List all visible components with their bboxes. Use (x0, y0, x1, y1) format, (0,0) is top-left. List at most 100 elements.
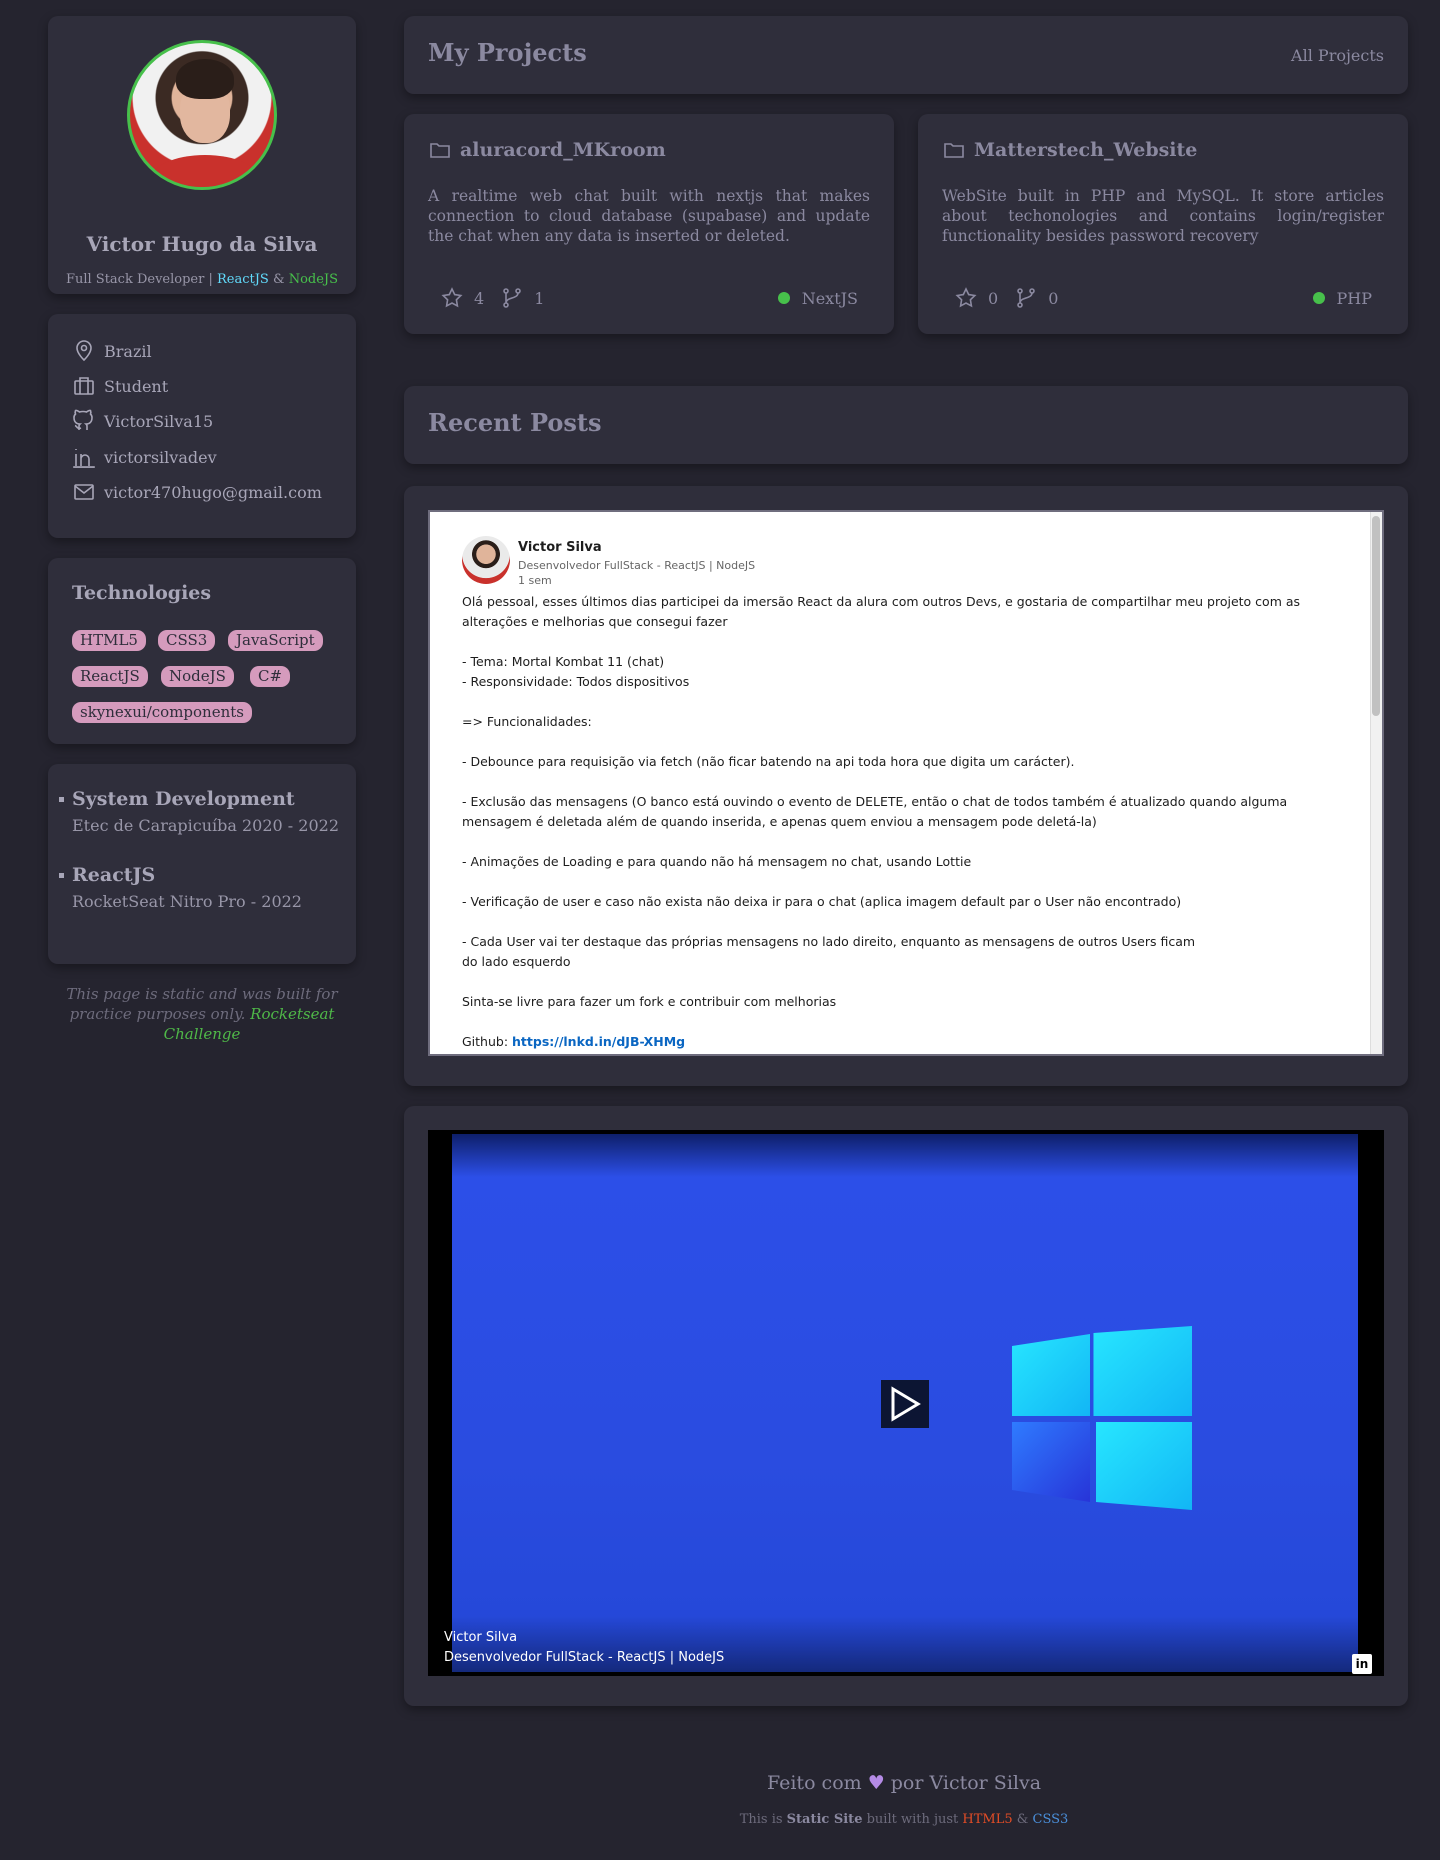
contact-email[interactable]: victor470hugo@gmail.com (72, 479, 322, 505)
video-author[interactable]: Victor Silva (444, 1630, 517, 1645)
post-scrollbar[interactable] (1370, 512, 1382, 1054)
post-line (462, 1012, 1352, 1032)
stars-count: 0 (988, 288, 999, 308)
contact-occupation-label: Student (104, 376, 169, 396)
tag-css3: CSS3 (158, 630, 216, 651)
projects-header: My Projects All Projects (404, 16, 1408, 94)
post-line: - Debounce para requisição via fetch (nã… (462, 754, 1075, 769)
tag-csharp: C# (250, 666, 291, 687)
forks-count: 1 (534, 288, 545, 308)
language-dot (1312, 292, 1325, 304)
contact-location-label: Brazil (104, 341, 152, 361)
briefcase-icon (74, 377, 94, 395)
post-github-label: Github: (462, 1034, 513, 1049)
post-line (462, 972, 1352, 992)
project-card[interactable]: Matterstech_Website WebSite built in PHP… (918, 114, 1408, 334)
role-prefix: Full Stack Developer | (65, 272, 217, 287)
tag-reactjs: ReactJS (72, 666, 148, 687)
mail-icon (74, 484, 94, 500)
profile-name: Victor Hugo da Silva (86, 232, 318, 256)
project-title-label: aluracord_MKroom (460, 139, 666, 161)
education-card: System Development Etec de Carapicuíba 2… (48, 764, 356, 964)
profile-card: Victor Hugo da Silva Full Stack Develope… (48, 16, 356, 294)
post-line: Sinta-se livre para fazer um fork e cont… (462, 994, 837, 1009)
post-card: Victor Silva Desenvolvedor FullStack - R… (404, 486, 1408, 1086)
role-node: NodeJS (288, 272, 339, 287)
project-language: PHP (1312, 288, 1372, 308)
footer-tech: This is Static Site built with just HTML… (0, 1812, 1440, 1827)
language-label: PHP (1336, 288, 1372, 308)
project-title-label: Matterstech_Website (974, 139, 1198, 161)
project-description: A realtime web chat built with nextjs th… (428, 187, 870, 245)
linkedin-icon[interactable]: in (1352, 1654, 1372, 1674)
tag-nodejs: NodeJS (161, 666, 234, 687)
post-line: Olá pessoal, esses últimos dias particip… (462, 594, 1301, 629)
post-line: - Exclusão das mensagens (O banco está o… (462, 794, 1288, 829)
tag-skynexui: skynexui/components (72, 702, 252, 723)
education-item: ReactJS RocketSeat Nitro Pro - 2022 (59, 864, 302, 911)
post-body: Olá pessoal, esses últimos dias particip… (462, 592, 1352, 1052)
footer-tech-and: & (1012, 1812, 1033, 1827)
folder-icon (944, 143, 964, 158)
language-label: NextJS (801, 288, 858, 308)
play-icon (891, 1386, 921, 1422)
language-dot (777, 292, 790, 304)
contact-linkedin[interactable]: victorsilvadev (72, 444, 217, 470)
education-title: System Development (58, 788, 339, 810)
project-title[interactable]: aluracord_MKroom (428, 138, 666, 162)
profile-avatar (127, 40, 277, 190)
contacts-card: Brazil Student VictorSilva15 victorsilva… (48, 314, 356, 538)
project-title[interactable]: Matterstech_Website (942, 138, 1197, 162)
video-embed[interactable]: Victor Silva Desenvolvedor FullStack - R… (428, 1130, 1384, 1676)
post-author[interactable]: Victor Silva (518, 540, 602, 555)
contact-linkedin-label: victorsilvadev (104, 447, 217, 467)
post-line: - Tema: Mortal Kombat 11 (chat) (462, 654, 665, 669)
posts-title: Recent Posts (428, 408, 602, 437)
footer-tech-static: Static Site (786, 1812, 863, 1827)
heart-icon: ♥ (867, 1772, 885, 1794)
footer-credit-suffix: por Victor Silva (884, 1772, 1042, 1794)
star-icon (441, 287, 463, 308)
footer-credit: Feito com ♥ por Victor Silva (0, 1772, 1440, 1794)
posts-header: Recent Posts (404, 386, 1408, 464)
tag-javascript: JavaScript (228, 630, 323, 651)
post-line (462, 772, 1352, 792)
scrollbar-thumb[interactable] (1372, 516, 1380, 716)
post-line (462, 732, 1352, 752)
project-card[interactable]: aluracord_MKroom A realtime web chat bui… (404, 114, 894, 334)
star-icon (955, 287, 977, 308)
contact-location: Brazil (72, 338, 152, 364)
fork-icon (503, 288, 521, 308)
contact-github[interactable]: VictorSilva15 (72, 408, 213, 434)
education-subtitle: RocketSeat Nitro Pro - 2022 (72, 892, 302, 911)
post-line: - Cada User vai ter destaque das própria… (462, 934, 1196, 949)
post-line: => Funcionalidades: (462, 714, 592, 729)
education-item: System Development Etec de Carapicuíba 2… (58, 788, 339, 835)
stars-count: 4 (474, 288, 485, 308)
footer-tech-c: built with just (862, 1812, 963, 1827)
project-description: WebSite built in PHP and MySQL. It store… (942, 187, 1384, 245)
post-line (462, 912, 1352, 932)
map-pin-icon (76, 340, 92, 362)
forks-count: 0 (1048, 288, 1059, 308)
post-github-link[interactable]: https://lnkd.in/dJB-XHMg (512, 1034, 685, 1049)
post-avatar[interactable] (462, 536, 510, 584)
linkedin-post-embed[interactable]: Victor Silva Desenvolvedor FullStack - R… (428, 510, 1384, 1056)
post-line: do lado esquerdo (462, 954, 571, 969)
static-note: This page is static and was built for pr… (60, 984, 344, 1044)
github-icon (73, 409, 93, 430)
video-headline: Desenvolvedor FullStack - ReactJS | Node… (444, 1650, 725, 1665)
post-line: - Responsividade: Todos dispositivos (462, 674, 690, 689)
post-line: - Verificação de user e caso não exista … (462, 894, 1182, 909)
footer-tech-css: CSS3 (1032, 1812, 1069, 1827)
post-line (462, 632, 1352, 652)
all-projects-link[interactable]: All Projects (1291, 46, 1384, 65)
footer-credit-prefix: Feito com (766, 1772, 868, 1794)
project-footer: 0 0 PHP (954, 286, 1372, 310)
post-line (462, 692, 1352, 712)
education-title: ReactJS (59, 864, 302, 886)
windows-logo-icon (1012, 1326, 1192, 1510)
play-button[interactable] (881, 1380, 929, 1428)
role-react: ReactJS (216, 272, 269, 287)
folder-icon (430, 143, 450, 158)
